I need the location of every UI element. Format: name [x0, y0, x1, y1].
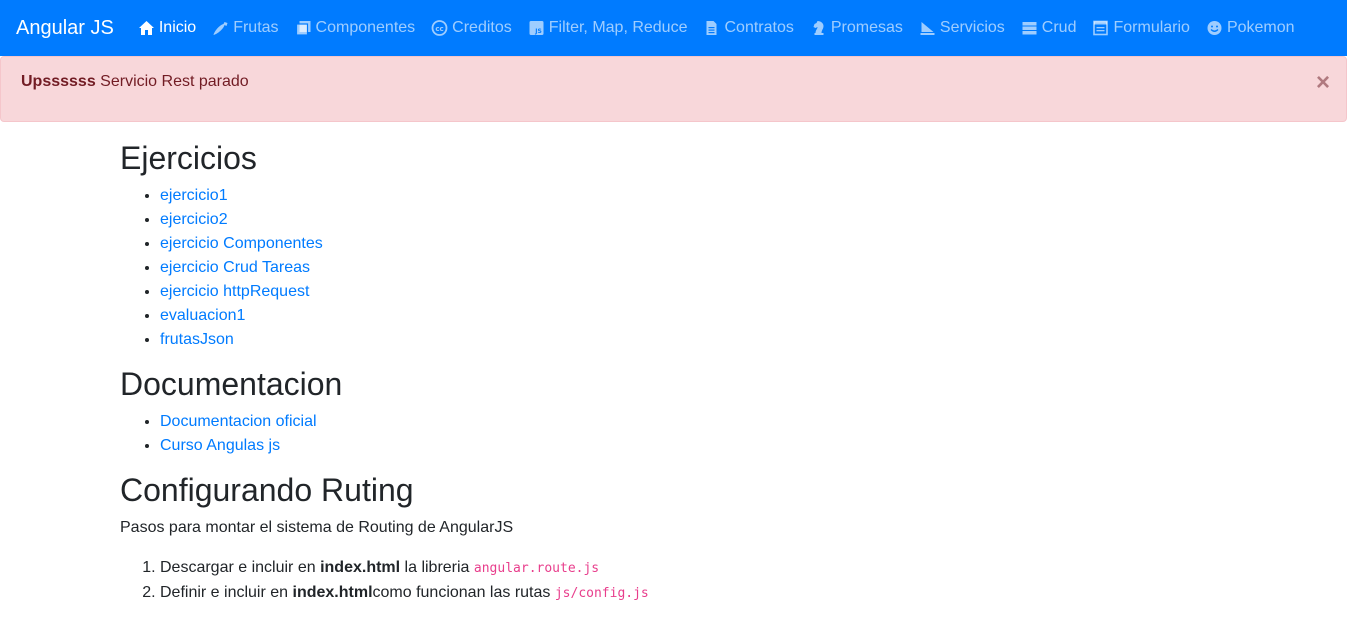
link-curso-angulas-js[interactable]: Curso Angulas js [160, 437, 280, 454]
nav-item-label: Creditos [452, 19, 512, 36]
nav-list: Inicio Frutas Componentes cc Creditos JS… [138, 19, 1311, 37]
link-ejercicio1[interactable]: ejercicio1 [160, 187, 228, 204]
server-icon [1021, 20, 1038, 36]
link-ejercicio-httprequest[interactable]: ejercicio httpRequest [160, 283, 309, 300]
home-icon [138, 20, 155, 36]
link-ejercicio-crud-tareas[interactable]: ejercicio Crud Tareas [160, 259, 310, 276]
nav-item-label: Filter, Map, Reduce [548, 19, 688, 36]
chess-knight-icon [810, 20, 827, 36]
alert-strong: Upssssss [21, 73, 96, 90]
pepper-icon [212, 20, 229, 36]
svg-text:cc: cc [436, 25, 444, 33]
section-title-routing: Configurando Ruting [120, 472, 414, 508]
nav-item-label: Crud [1041, 19, 1077, 36]
top-navbar: Angular JS Inicio Frutas Componentes cc … [0, 0, 1347, 56]
documentacion-list: Documentacion oficial Curso Angulas js [120, 410, 1220, 458]
list-item: ejercicio Crud Tareas [160, 256, 1220, 280]
svg-text:JS: JS [534, 28, 542, 35]
step-code: angular.route.js [473, 561, 600, 576]
nav-item-label: Contratos [724, 19, 794, 36]
nav-item-label: Frutas [233, 19, 279, 36]
step-bold: index.html [320, 559, 401, 576]
list-item: evaluacion1 [160, 304, 1220, 328]
nav-item-frutas[interactable]: Frutas [212, 19, 279, 37]
navbar-brand[interactable]: Angular JS [16, 0, 114, 56]
list-item: ejercicio Componentes [160, 232, 1220, 256]
ejercicios-list: ejercicio1 ejercicio2 ejercicio Componen… [120, 184, 1220, 352]
nav-item-formulario[interactable]: Formulario [1092, 19, 1190, 37]
routing-steps: Descargar e incluir en index.html la lib… [120, 556, 1220, 606]
nav-item-label: Servicios [939, 19, 1005, 36]
list-item: Curso Angulas js [160, 434, 1220, 458]
smile-icon [1206, 20, 1223, 36]
link-evaluacion1[interactable]: evaluacion1 [160, 307, 245, 324]
step-text: Descargar e incluir en [160, 559, 321, 576]
section-title-ejercicios: Ejercicios [120, 140, 257, 176]
list-item: frutasJson [160, 328, 1220, 352]
main-content: Ejercicios ejercicio1 ejercicio2 ejercic… [120, 138, 1220, 606]
step-text: Definir e incluir en [160, 584, 293, 601]
alert-message: Servicio Rest parado [95, 73, 249, 90]
nav-item-creditos[interactable]: cc Creditos [431, 19, 512, 37]
nav-item-label: Componentes [315, 19, 416, 36]
sail-icon [919, 20, 936, 36]
nav-item-contratos[interactable]: Contratos [703, 19, 794, 37]
creative-commons-icon: cc [431, 20, 448, 36]
nav-item-label: Formulario [1113, 19, 1190, 36]
nav-item-crud[interactable]: Crud [1021, 19, 1077, 37]
step-bold: index.html [292, 584, 373, 601]
copy-icon [295, 20, 312, 36]
list-item: Documentacion oficial [160, 410, 1220, 434]
nav-item-componentes[interactable]: Componentes [295, 19, 416, 37]
js-square-icon: JS [528, 20, 545, 36]
list-item: ejercicio1 [160, 184, 1220, 208]
step-text: como funcionan las rutas [372, 584, 555, 601]
link-ejercicio2[interactable]: ejercicio2 [160, 211, 228, 228]
link-frutasjson[interactable]: frutasJson [160, 331, 234, 348]
nav-item-promesas[interactable]: Promesas [810, 19, 903, 37]
close-icon[interactable]: × [1316, 71, 1330, 95]
list-item: ejercicio2 [160, 208, 1220, 232]
list-item: Descargar e incluir en index.html la lib… [160, 556, 1220, 581]
list-item: Definir e incluir en index.htmlcomo func… [160, 581, 1220, 606]
nav-item-label: Inicio [158, 19, 197, 36]
step-text: la libreria [400, 559, 474, 576]
routing-description: Pasos para montar el sistema de Routing … [120, 519, 514, 536]
form-icon [1092, 20, 1109, 36]
nav-item-pokemon[interactable]: Pokemon [1206, 19, 1295, 37]
nav-item-label: Pokemon [1226, 19, 1295, 36]
nav-item-servicios[interactable]: Servicios [919, 19, 1005, 37]
nav-item-inicio[interactable]: Inicio [138, 19, 196, 37]
nav-item-filter-map-reduce[interactable]: JS Filter, Map, Reduce [528, 19, 688, 37]
step-code: js/config.js [554, 586, 649, 601]
error-alert: Upssssss Servicio Rest parado × [0, 56, 1347, 122]
link-ejercicio-componentes[interactable]: ejercicio Componentes [160, 235, 323, 252]
list-item: ejercicio httpRequest [160, 280, 1220, 304]
file-icon [703, 20, 720, 36]
section-title-documentacion: Documentacion [120, 366, 343, 402]
link-documentacion-oficial[interactable]: Documentacion oficial [160, 413, 317, 430]
nav-item-label: Promesas [830, 19, 903, 36]
